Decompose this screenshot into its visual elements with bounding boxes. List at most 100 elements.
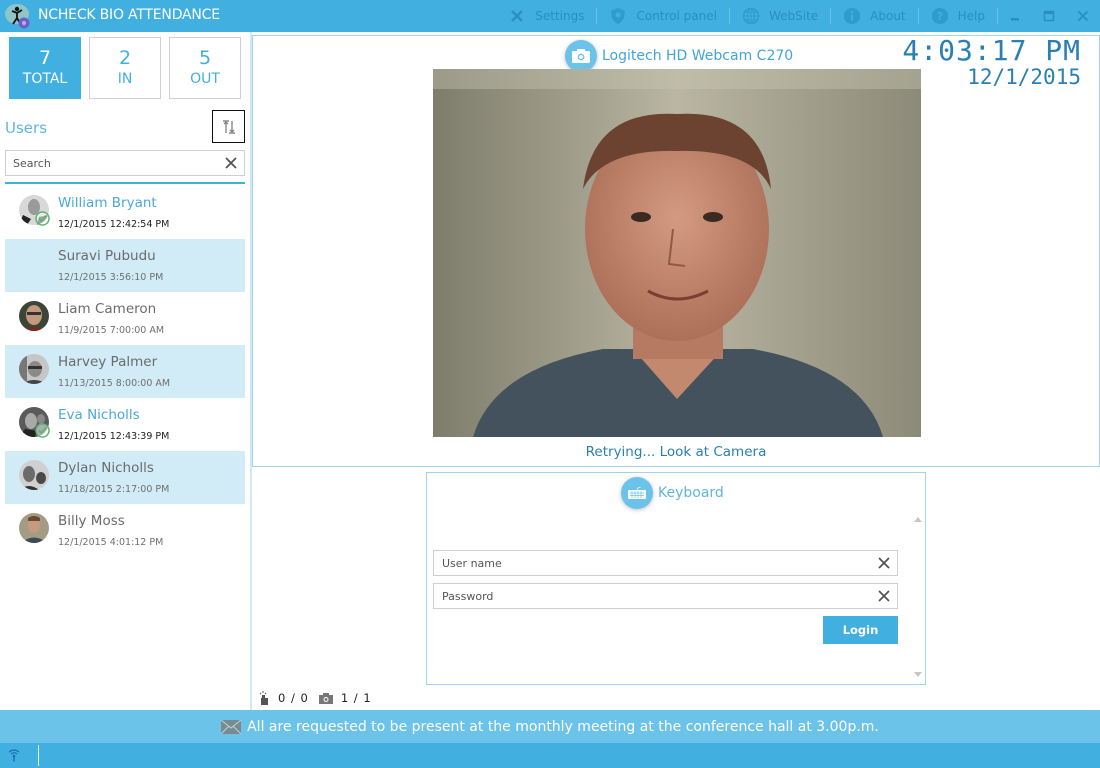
user-list: William Bryant 12/1/2015 12:42:54 PM Sur…	[5, 186, 245, 557]
search-box	[5, 150, 245, 176]
title-bar: NCHECK BIO ATTENDANCE Settings Control p…	[0, 0, 1100, 32]
out-counter-tab[interactable]: 5 OUT	[169, 37, 241, 99]
menu-help[interactable]: ? Help	[919, 0, 997, 32]
sidebar: 7 TOTAL 2 IN 5 OUT Users Search William …	[0, 32, 250, 710]
finger-scan-count: 0 / 0	[278, 691, 309, 705]
app-window: NCHECK BIO ATTENDANCE Settings Control p…	[0, 0, 1100, 768]
scroll-up-icon[interactable]	[913, 514, 923, 524]
avatar	[19, 460, 49, 490]
user-name: Dylan Nicholls	[58, 460, 154, 476]
user-timestamp: 12/1/2015 3:56:10 PM	[58, 272, 164, 283]
scroll-down-icon[interactable]	[913, 670, 923, 680]
user-row-william-bryant[interactable]: William Bryant 12/1/2015 12:42:54 PM	[5, 186, 245, 239]
wifi-icon	[8, 749, 20, 762]
menu-website[interactable]: WebSite	[730, 0, 830, 32]
search-input[interactable]	[6, 151, 206, 175]
maximize-icon	[1043, 10, 1055, 22]
menu-help-label: Help	[957, 9, 985, 23]
clear-username-icon[interactable]	[876, 555, 892, 571]
notice-message: All are requested to be present at the m…	[247, 718, 879, 735]
total-count: 7	[38, 47, 52, 69]
search-underline	[5, 182, 245, 184]
keyboard-icon	[621, 477, 653, 509]
user-timestamp: 12/1/2015 12:43:39 PM	[58, 431, 170, 442]
scan-stats: 0 / 0 1 / 1	[258, 690, 382, 706]
app-title: NCHECK BIO ATTENDANCE	[38, 7, 220, 23]
user-timestamp: 11/18/2015 2:17:00 PM	[58, 484, 170, 495]
users-heading: Users	[5, 119, 48, 137]
user-timestamp: 12/1/2015 4:01:12 PM	[58, 537, 164, 548]
in-label: IN	[117, 71, 133, 87]
envelope-icon	[221, 719, 242, 734]
user-timestamp: 11/13/2015 8:00:00 AM	[58, 378, 171, 389]
user-timestamp: 11/9/2015 7:00:00 AM	[58, 325, 165, 336]
camera-device-name: Logitech HD Webcam C270	[602, 48, 794, 64]
clear-search-icon[interactable]	[223, 155, 239, 171]
total-counter-tab[interactable]: 7 TOTAL	[9, 37, 81, 99]
username-field	[433, 550, 898, 576]
out-label: OUT	[190, 71, 220, 87]
avatar	[19, 354, 49, 384]
camera-panel: Logitech HD Webcam C270 4:03:17 PM 12/1/…	[252, 34, 1100, 467]
camera-preview-image	[433, 69, 921, 437]
menu-settings-label: Settings	[535, 9, 585, 23]
user-row-liam-cameron[interactable]: Liam Cameron 11/9/2015 7:00:00 AM	[5, 292, 245, 345]
app-logo-icon	[5, 4, 30, 29]
user-row-billy-moss[interactable]: Billy Moss 12/1/2015 4:01:12 PM	[5, 504, 245, 557]
avatar	[19, 301, 49, 331]
user-name: Suravi Pubudu	[58, 248, 156, 264]
camera-small-icon	[318, 692, 333, 704]
sort-button[interactable]	[212, 110, 245, 143]
clock-time: 4:03:17 PM	[902, 34, 1081, 67]
checked-in-icon	[35, 211, 50, 226]
clock-date: 12/1/2015	[967, 65, 1081, 89]
camera-icon	[565, 40, 597, 72]
camera-header: Logitech HD Webcam C270	[565, 40, 793, 72]
in-count: 2	[118, 47, 132, 69]
shield-user-icon	[609, 7, 627, 25]
username-input[interactable]	[434, 551, 854, 575]
close-button[interactable]	[1066, 0, 1100, 32]
menu-about[interactable]: About	[831, 0, 917, 32]
camera-feed	[433, 69, 921, 437]
menu-website-label: WebSite	[768, 9, 819, 23]
menu-control-panel[interactable]: Control panel	[597, 0, 728, 32]
finger-touch-icon	[259, 691, 268, 705]
password-field	[433, 583, 898, 609]
user-name: William Bryant	[58, 195, 157, 211]
svg-text:?: ?	[936, 10, 942, 23]
wrench-icon	[508, 7, 526, 25]
password-input[interactable]	[434, 584, 854, 608]
checked-in-icon	[35, 423, 50, 438]
status-divider	[38, 745, 39, 766]
menu-settings[interactable]: Settings	[496, 0, 596, 32]
minimize-button[interactable]	[998, 0, 1032, 32]
face-scan-count: 1 / 1	[340, 691, 372, 705]
user-row-suravi-pubudu[interactable]: Suravi Pubudu 12/1/2015 3:56:10 PM	[5, 239, 245, 292]
user-row-harvey-palmer[interactable]: Harvey Palmer 11/13/2015 8:00:00 AM	[5, 345, 245, 398]
in-counter-tab[interactable]: 2 IN	[89, 37, 161, 99]
keyboard-login-panel: Keyboard Login	[426, 472, 926, 685]
keyboard-title: Keyboard	[658, 485, 724, 501]
user-row-eva-nicholls[interactable]: Eva Nicholls 12/1/2015 12:43:39 PM	[5, 398, 245, 451]
info-icon	[843, 7, 861, 25]
minimize-icon	[1011, 18, 1019, 21]
clear-password-icon[interactable]	[876, 588, 892, 604]
top-menu: Settings Control panel WebSite About ? H…	[496, 0, 1100, 32]
out-count: 5	[198, 47, 212, 69]
user-name: Harvey Palmer	[58, 354, 158, 370]
user-name: Billy Moss	[58, 513, 125, 529]
user-row-dylan-nicholls[interactable]: Dylan Nicholls 11/18/2015 2:17:00 PM	[5, 451, 245, 504]
avatar	[19, 513, 49, 543]
camera-status: Retrying... Look at Camera	[585, 444, 767, 460]
user-timestamp: 12/1/2015 12:42:54 PM	[58, 219, 170, 230]
maximize-button[interactable]	[1032, 0, 1066, 32]
globe-icon	[742, 7, 760, 25]
notice-bar: All are requested to be present at the m…	[0, 710, 1100, 743]
user-name: Liam Cameron	[58, 301, 157, 317]
keyboard-header: Keyboard	[621, 477, 724, 509]
status-bar	[0, 743, 1100, 768]
login-button[interactable]: Login	[823, 616, 898, 644]
user-name: Eva Nicholls	[58, 407, 140, 423]
total-label: TOTAL	[22, 71, 68, 87]
